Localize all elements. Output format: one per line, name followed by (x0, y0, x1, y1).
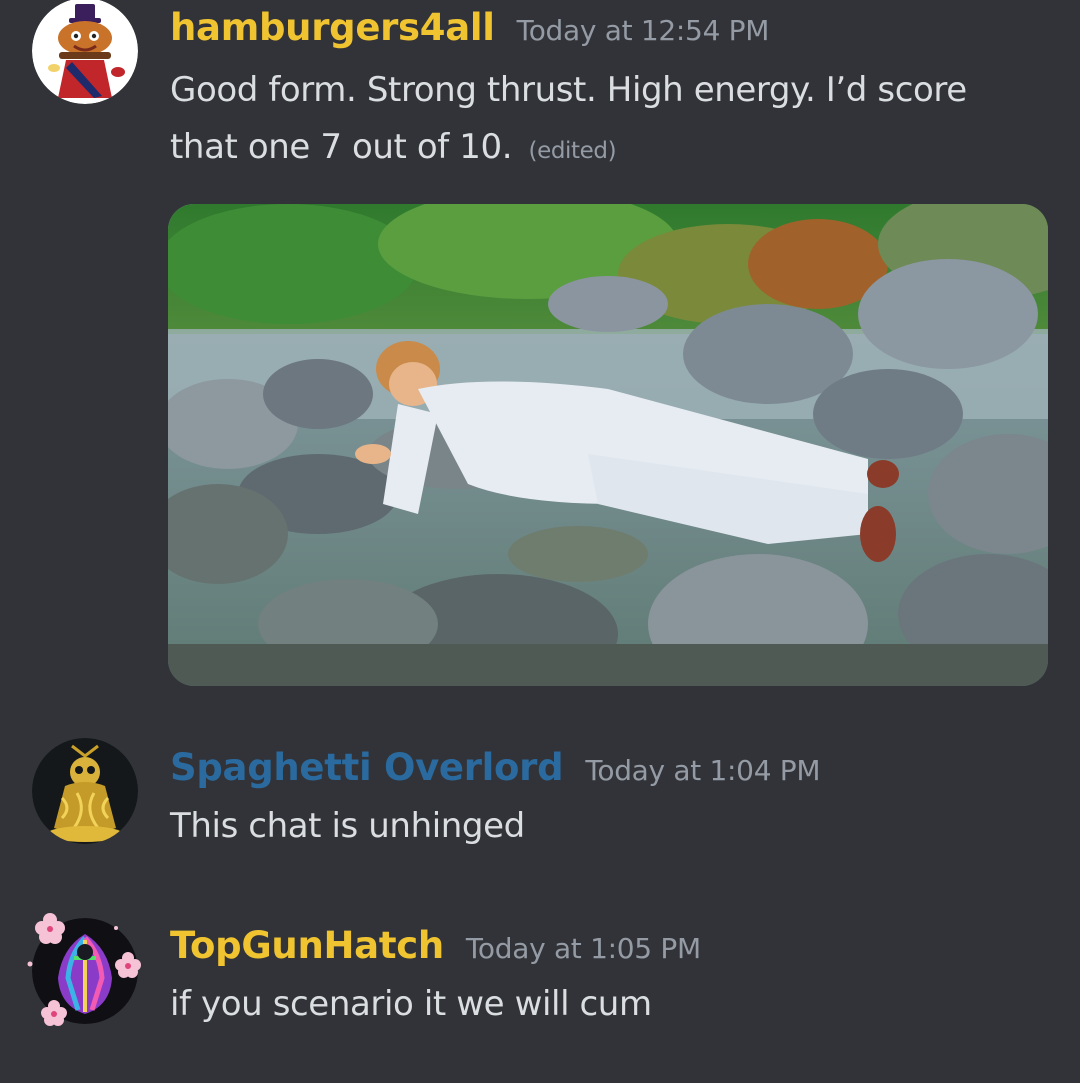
message-content: Good form. Strong thrust. High energy. I… (170, 62, 1030, 180)
username[interactable]: TopGunHatch (170, 924, 444, 967)
username[interactable]: hamburgers4all (170, 6, 495, 49)
hamburger-mascot-avatar[interactable] (32, 0, 138, 104)
man-planking-on-river-rocks-image[interactable] (168, 204, 1048, 686)
timestamp: Today at 1:05 PM (465, 932, 701, 965)
message-content: This chat is unhinged (170, 798, 1030, 855)
message-text: if you scenario it we will cum (170, 984, 652, 1024)
golden-spaghetti-skull-avatar[interactable] (32, 738, 138, 844)
edited-label: (edited) (528, 138, 617, 164)
timestamp: Today at 1:04 PM (585, 754, 821, 787)
message-text: This chat is unhinged (170, 806, 525, 846)
message-content: if you scenario it we will cum (170, 976, 1030, 1033)
message-header: hamburgers4all Today at 12:54 PM (170, 6, 769, 49)
timestamp: Today at 12:54 PM (516, 14, 770, 47)
message-header: TopGunHatch Today at 1:05 PM (170, 924, 701, 967)
username[interactable]: Spaghetti Overlord (170, 746, 564, 789)
cherry-blossom-decoration (27, 913, 141, 1026)
message-header: Spaghetti Overlord Today at 1:04 PM (170, 746, 821, 789)
